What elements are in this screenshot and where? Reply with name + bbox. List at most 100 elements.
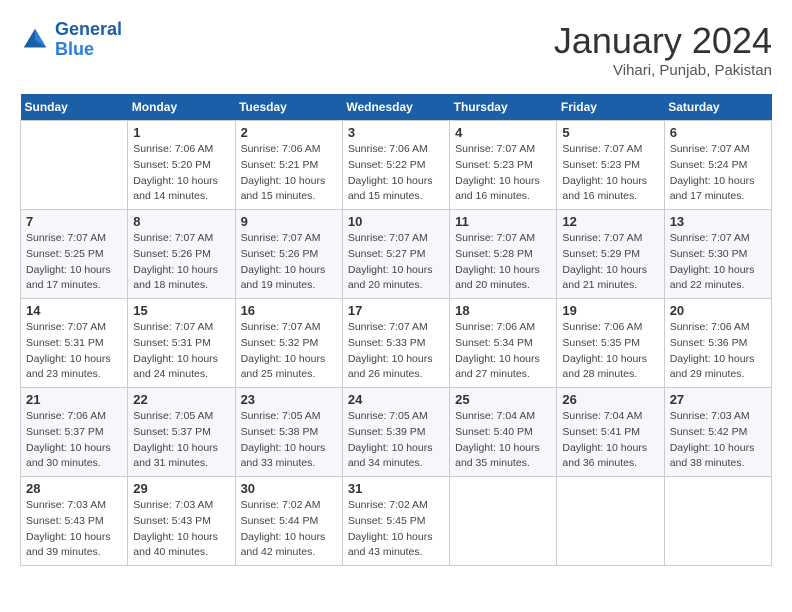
calendar-cell: 25 Sunrise: 7:04 AMSunset: 5:40 PMDayligh… — [450, 388, 557, 477]
calendar-cell: 29Sunrise: 7:03 AMSunset: 5:43 PMDayligh… — [128, 477, 235, 566]
day-number: 26 — [562, 392, 658, 407]
calendar-cell: 13 Sunrise: 7:07 AMSunset: 5:30 PMDayligh… — [664, 210, 771, 299]
day-number: 11 — [455, 214, 551, 229]
day-info: Sunrise: 7:04 AMSunset: 5:40 PMDaylight:… — [455, 409, 551, 472]
day-number: 19 — [562, 303, 658, 318]
day-number: 22 — [133, 392, 229, 407]
calendar-cell: 9 Sunrise: 7:07 AMSunset: 5:26 PMDaylight… — [235, 210, 342, 299]
day-number: 25 — [455, 392, 551, 407]
calendar-cell: 12 Sunrise: 7:07 AMSunset: 5:29 PMDayligh… — [557, 210, 664, 299]
day-number: 1 — [133, 125, 229, 140]
calendar-cell: 31 Sunrise: 7:02 AMSunset: 5:45 PMDayligh… — [342, 477, 449, 566]
day-number: 27 — [670, 392, 766, 407]
day-info: Sunrise: 7:07 AMSunset: 5:31 PMDaylight:… — [26, 320, 122, 383]
day-number: 8 — [133, 214, 229, 229]
day-info: Sunrise: 7:02 AMSunset: 5:45 PMDaylight:… — [348, 498, 444, 561]
day-number: 14 — [26, 303, 122, 318]
column-header-thursday: Thursday — [450, 94, 557, 121]
calendar-cell: 11 Sunrise: 7:07 AMSunset: 5:28 PMDayligh… — [450, 210, 557, 299]
calendar-cell: 22 Sunrise: 7:05 AMSunset: 5:37 PMDayligh… — [128, 388, 235, 477]
day-info: Sunrise: 7:07 AMSunset: 5:29 PMDaylight:… — [562, 231, 658, 294]
calendar-cell: 18 Sunrise: 7:06 AMSunset: 5:34 PMDayligh… — [450, 299, 557, 388]
day-info: Sunrise: 7:06 AMSunset: 5:21 PMDaylight:… — [241, 142, 337, 205]
column-header-tuesday: Tuesday — [235, 94, 342, 121]
month-title: January 2024 — [554, 20, 772, 62]
day-number: 17 — [348, 303, 444, 318]
calendar-cell: 1 Sunrise: 7:06 AMSunset: 5:20 PMDaylight… — [128, 121, 235, 210]
day-number: 9 — [241, 214, 337, 229]
day-info: Sunrise: 7:03 AMSunset: 5:43 PMDaylight:… — [26, 498, 122, 561]
day-number: 23 — [241, 392, 337, 407]
calendar-cell: 3 Sunrise: 7:06 AMSunset: 5:22 PMDaylight… — [342, 121, 449, 210]
title-block: January 2024 Vihari, Punjab, Pakistan — [554, 20, 772, 79]
day-number: 10 — [348, 214, 444, 229]
day-number: 5 — [562, 125, 658, 140]
column-header-saturday: Saturday — [664, 94, 771, 121]
day-info: Sunrise: 7:06 AMSunset: 5:34 PMDaylight:… — [455, 320, 551, 383]
day-number: 7 — [26, 214, 122, 229]
day-info: Sunrise: 7:07 AMSunset: 5:23 PMDaylight:… — [562, 142, 658, 205]
day-info: Sunrise: 7:06 AMSunset: 5:36 PMDaylight:… — [670, 320, 766, 383]
calendar-cell: 14 Sunrise: 7:07 AMSunset: 5:31 PMDayligh… — [21, 299, 128, 388]
day-number: 24 — [348, 392, 444, 407]
day-info: Sunrise: 7:07 AMSunset: 5:33 PMDaylight:… — [348, 320, 444, 383]
week-row-2: 7 Sunrise: 7:07 AMSunset: 5:25 PMDaylight… — [21, 210, 772, 299]
day-number: 20 — [670, 303, 766, 318]
calendar-cell: 5 Sunrise: 7:07 AMSunset: 5:23 PMDaylight… — [557, 121, 664, 210]
calendar-cell: 6 Sunrise: 7:07 AMSunset: 5:24 PMDaylight… — [664, 121, 771, 210]
calendar-table: SundayMondayTuesdayWednesdayThursdayFrid… — [20, 94, 772, 566]
day-info: Sunrise: 7:07 AMSunset: 5:26 PMDaylight:… — [241, 231, 337, 294]
header-row: SundayMondayTuesdayWednesdayThursdayFrid… — [21, 94, 772, 121]
day-number: 18 — [455, 303, 551, 318]
calendar-cell: 16Sunrise: 7:07 AMSunset: 5:32 PMDayligh… — [235, 299, 342, 388]
day-info: Sunrise: 7:07 AMSunset: 5:24 PMDaylight:… — [670, 142, 766, 205]
day-info: Sunrise: 7:07 AMSunset: 5:26 PMDaylight:… — [133, 231, 229, 294]
day-number: 13 — [670, 214, 766, 229]
day-number: 31 — [348, 481, 444, 496]
calendar-cell — [21, 121, 128, 210]
calendar-cell: 28Sunrise: 7:03 AMSunset: 5:43 PMDayligh… — [21, 477, 128, 566]
day-number: 6 — [670, 125, 766, 140]
calendar-cell: 17 Sunrise: 7:07 AMSunset: 5:33 PMDayligh… — [342, 299, 449, 388]
logo-text: General Blue — [55, 20, 122, 60]
day-number: 3 — [348, 125, 444, 140]
day-number: 2 — [241, 125, 337, 140]
day-number: 12 — [562, 214, 658, 229]
day-info: Sunrise: 7:06 AMSunset: 5:35 PMDaylight:… — [562, 320, 658, 383]
day-number: 16 — [241, 303, 337, 318]
calendar-cell: 20 Sunrise: 7:06 AMSunset: 5:36 PMDayligh… — [664, 299, 771, 388]
day-info: Sunrise: 7:03 AMSunset: 5:42 PMDaylight:… — [670, 409, 766, 472]
calendar-cell: 15 Sunrise: 7:07 AMSunset: 5:31 PMDayligh… — [128, 299, 235, 388]
calendar-cell — [450, 477, 557, 566]
calendar-cell: 27 Sunrise: 7:03 AMSunset: 5:42 PMDayligh… — [664, 388, 771, 477]
day-info: Sunrise: 7:07 AMSunset: 5:28 PMDaylight:… — [455, 231, 551, 294]
calendar-cell: 10Sunrise: 7:07 AMSunset: 5:27 PMDayligh… — [342, 210, 449, 299]
day-number: 29 — [133, 481, 229, 496]
calendar-cell: 23Sunrise: 7:05 AMSunset: 5:38 PMDayligh… — [235, 388, 342, 477]
day-info: Sunrise: 7:05 AMSunset: 5:37 PMDaylight:… — [133, 409, 229, 472]
day-info: Sunrise: 7:06 AMSunset: 5:20 PMDaylight:… — [133, 142, 229, 205]
day-info: Sunrise: 7:02 AMSunset: 5:44 PMDaylight:… — [241, 498, 337, 561]
calendar-cell: 30 Sunrise: 7:02 AMSunset: 5:44 PMDayligh… — [235, 477, 342, 566]
column-header-monday: Monday — [128, 94, 235, 121]
day-info: Sunrise: 7:04 AMSunset: 5:41 PMDaylight:… — [562, 409, 658, 472]
day-info: Sunrise: 7:07 AMSunset: 5:30 PMDaylight:… — [670, 231, 766, 294]
calendar-cell: 8 Sunrise: 7:07 AMSunset: 5:26 PMDaylight… — [128, 210, 235, 299]
calendar-cell — [557, 477, 664, 566]
day-number: 21 — [26, 392, 122, 407]
day-info: Sunrise: 7:07 AMSunset: 5:31 PMDaylight:… — [133, 320, 229, 383]
day-number: 4 — [455, 125, 551, 140]
day-number: 15 — [133, 303, 229, 318]
calendar-header: SundayMondayTuesdayWednesdayThursdayFrid… — [21, 94, 772, 121]
day-info: Sunrise: 7:05 AMSunset: 5:39 PMDaylight:… — [348, 409, 444, 472]
calendar-cell: 4Sunrise: 7:07 AMSunset: 5:23 PMDaylight… — [450, 121, 557, 210]
column-header-friday: Friday — [557, 94, 664, 121]
day-info: Sunrise: 7:06 AMSunset: 5:22 PMDaylight:… — [348, 142, 444, 205]
column-header-sunday: Sunday — [21, 94, 128, 121]
day-number: 30 — [241, 481, 337, 496]
page-header: General Blue January 2024 Vihari, Punjab… — [20, 20, 772, 79]
week-row-3: 14 Sunrise: 7:07 AMSunset: 5:31 PMDayligh… — [21, 299, 772, 388]
day-info: Sunrise: 7:06 AMSunset: 5:37 PMDaylight:… — [26, 409, 122, 472]
logo-icon — [20, 25, 50, 55]
day-info: Sunrise: 7:07 AMSunset: 5:25 PMDaylight:… — [26, 231, 122, 294]
